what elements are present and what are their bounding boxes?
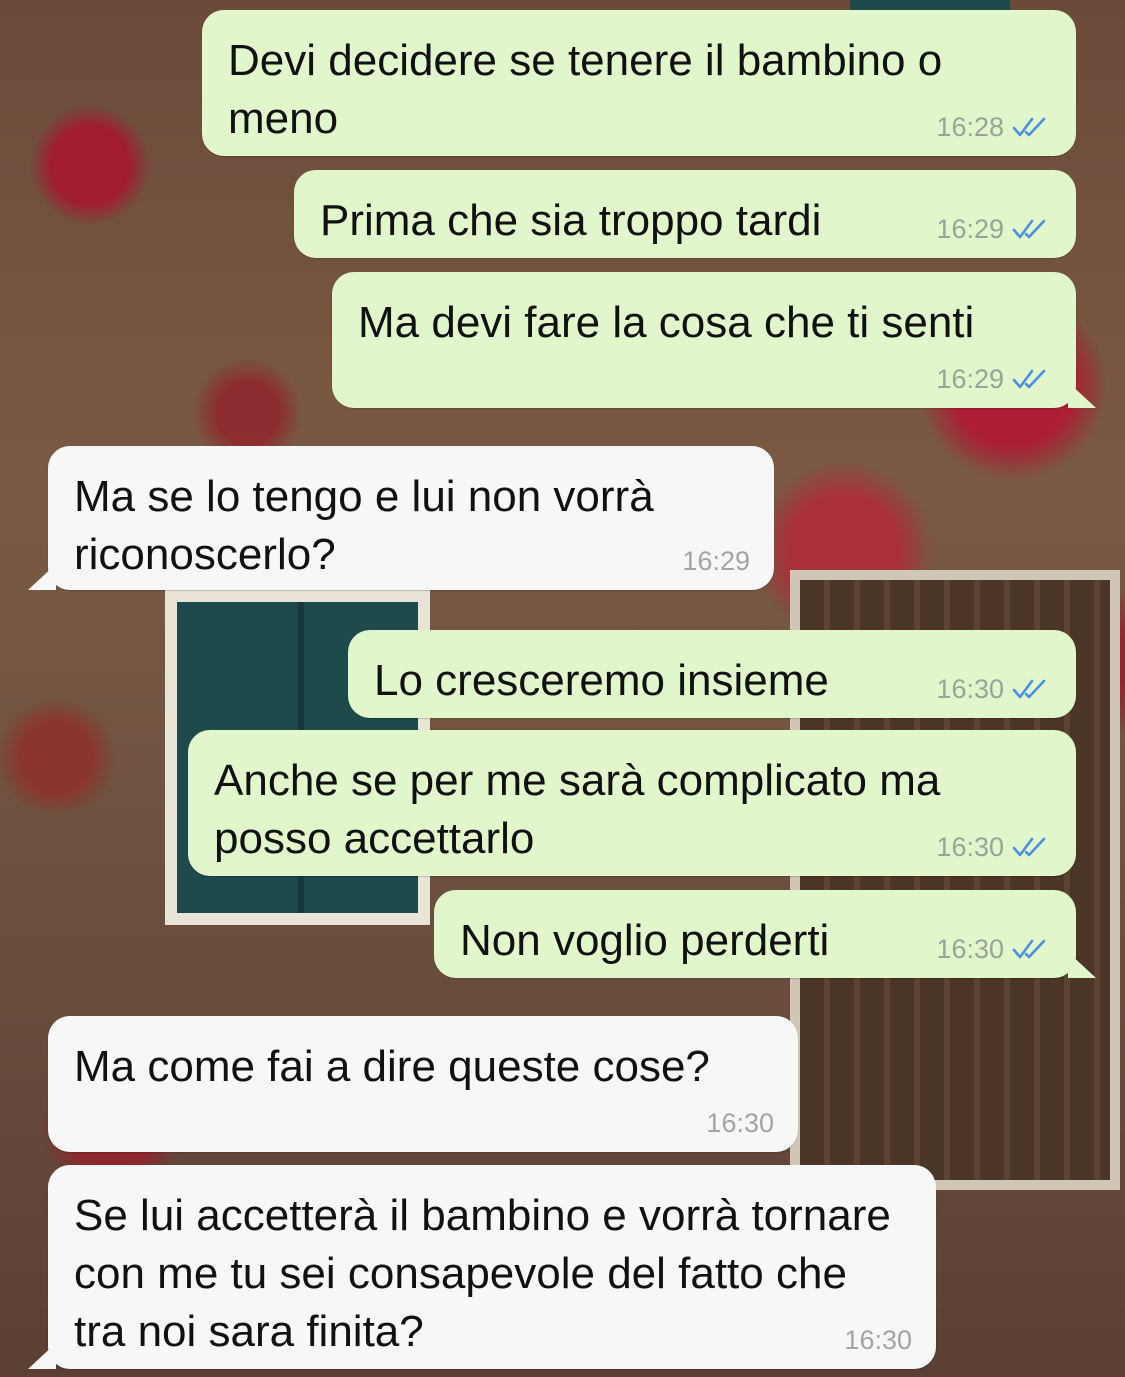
chat-conversation: Devi decidere se tenere il bambino o men…	[0, 0, 1125, 1377]
bubble-tail	[28, 564, 56, 590]
message-time: 16:29	[936, 364, 1004, 394]
message-meta: 16:29	[936, 364, 1052, 394]
message-bubble-incoming[interactable]: Ma come fai a dire queste cose? 16:30	[48, 1016, 798, 1152]
message-meta: 16:29	[936, 214, 1052, 244]
message-bubble-outgoing[interactable]: Ma devi fare la cosa che ti senti 16:29	[332, 272, 1096, 408]
message-meta: 16:28	[936, 112, 1052, 142]
message-time: 16:30	[936, 832, 1004, 862]
double-check-icon	[1012, 117, 1046, 137]
message-text: Devi decidere se tenere il bambino o men…	[228, 36, 943, 143]
message-text: Ma devi fare la cosa che ti senti	[358, 298, 975, 347]
message-meta: 16:29	[682, 546, 750, 576]
message-time: 16:29	[936, 214, 1004, 244]
message-meta: 16:30	[936, 674, 1052, 704]
message-text: Ma se lo tengo e lui non vorrà riconosce…	[74, 472, 654, 579]
double-check-icon	[1012, 939, 1046, 959]
message-meta: 16:30	[936, 934, 1052, 964]
message-time: 16:30	[844, 1325, 912, 1355]
message-text: Se lui accetterà il bambino e vorrà torn…	[74, 1191, 891, 1356]
message-meta: 16:30	[844, 1325, 912, 1355]
message-meta: 16:30	[706, 1108, 774, 1138]
message-bubble-outgoing[interactable]: Prima che sia troppo tardi 16:29	[294, 170, 1076, 258]
message-meta: 16:30	[936, 832, 1052, 862]
bubble-tail	[1068, 952, 1096, 978]
message-bubble-outgoing[interactable]: Anche se per me sarà complicato ma posso…	[188, 730, 1076, 876]
message-text: Anche se per me sarà complicato ma posso…	[214, 756, 941, 863]
message-time: 16:29	[682, 546, 750, 576]
bubble-tail	[1068, 382, 1096, 408]
bubble-tail	[28, 1343, 56, 1369]
double-check-icon	[1012, 369, 1046, 389]
double-check-icon	[1012, 219, 1046, 239]
message-time: 16:30	[936, 934, 1004, 964]
message-text: Ma come fai a dire queste cose?	[74, 1042, 710, 1091]
double-check-icon	[1012, 837, 1046, 857]
message-bubble-outgoing[interactable]: Non voglio perderti 16:30	[434, 890, 1096, 978]
message-time: 16:28	[936, 112, 1004, 142]
message-bubble-incoming[interactable]: Se lui accetterà il bambino e vorrà torn…	[28, 1165, 936, 1369]
message-bubble-incoming[interactable]: Ma se lo tengo e lui non vorrà riconosce…	[28, 446, 774, 590]
message-time: 16:30	[936, 674, 1004, 704]
message-bubble-outgoing[interactable]: Devi decidere se tenere il bambino o men…	[202, 10, 1076, 156]
double-check-icon	[1012, 679, 1046, 699]
message-time: 16:30	[706, 1108, 774, 1138]
message-bubble-outgoing[interactable]: Lo cresceremo insieme 16:30	[348, 630, 1076, 718]
